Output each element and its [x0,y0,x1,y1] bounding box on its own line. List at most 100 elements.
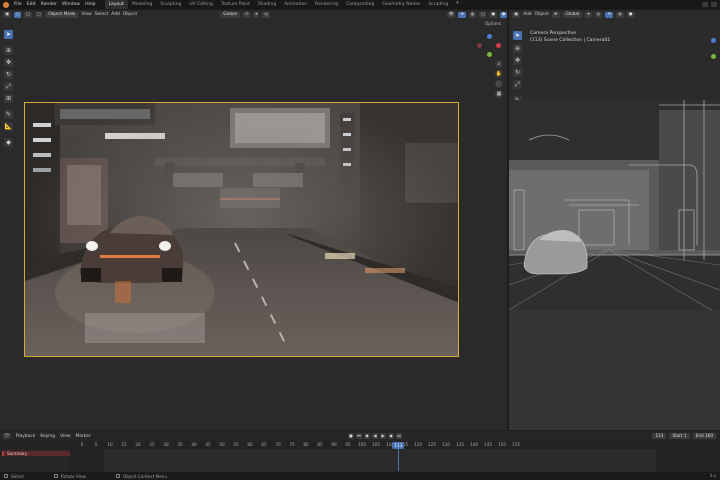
playhead[interactable] [398,449,400,471]
axis-y-icon[interactable] [487,52,492,57]
camera-cursor-tool-icon[interactable]: ⊕ [513,44,522,53]
camera-proportional-icon[interactable]: ◎ [594,11,603,18]
prev-keyframe-icon[interactable]: ◆ [364,433,370,439]
tab-shading[interactable]: Shading [254,0,280,9]
frame-ruler[interactable]: 0 5 10 15 20 25 30 35 40 45 50 55 60 65 70 75 80 85 90 95 10… [70,442,655,449]
axis-x-icon[interactable] [496,43,501,48]
camera-navigation-gizmo[interactable] [705,38,720,62]
mode-dropdown[interactable]: Object Mode [45,11,79,18]
tab-modeling[interactable]: Modeling [128,0,156,9]
menu-window[interactable]: Window [62,2,80,7]
tab-texture-paint[interactable]: Texture Paint [217,0,254,9]
transform-tool-icon[interactable]: ⊞ [4,94,13,103]
snap-icon[interactable]: ⌖ [253,11,260,18]
navigation-gizmo[interactable] [477,34,501,58]
menu-edit[interactable]: Edit [27,2,36,7]
axis-z-icon[interactable] [487,34,492,39]
menu-keying[interactable]: Keying [40,434,55,439]
camera-axis-z-icon[interactable] [711,38,716,43]
select-tool-icon[interactable]: ➤ [4,30,13,39]
camera-view-icon[interactable]: 🎥 [495,80,503,88]
visibility-icon[interactable]: 👁 [446,11,456,18]
tab-rendering[interactable]: Rendering [311,0,342,9]
tab-animation[interactable]: Animation [280,0,311,9]
next-keyframe-icon[interactable]: ◆ [388,433,394,439]
select-extend-icon[interactable]: ▢ [24,11,32,18]
overlay-icon[interactable]: ◍ [468,11,476,18]
tab-uv-editing[interactable]: UV Editing [185,0,216,9]
current-frame-field[interactable]: 113 [652,433,667,439]
scene-icon[interactable] [702,2,708,7]
tab-scripting[interactable]: Scripting [424,0,452,9]
play-reverse-icon[interactable]: ◀ [372,433,378,439]
keyframe-track-area[interactable] [104,449,656,472]
start-frame-field[interactable]: Start 1 [669,433,690,439]
view-layer-icon[interactable] [711,2,717,7]
editor-type-icon[interactable]: ▣ [3,11,11,18]
camera-transform-dropdown[interactable]: Global [562,11,583,18]
shading-rendered-icon[interactable]: ● [499,11,507,18]
camera-shading-icon[interactable]: ● [626,11,635,18]
move-tool-icon[interactable]: ✥ [4,58,13,67]
gizmo-toggle-icon[interactable]: ⊕ [458,11,466,18]
menu-help[interactable]: Help [85,2,95,7]
menu-view[interactable]: View [81,12,91,17]
jump-start-icon[interactable]: ⏮ [356,433,362,439]
menu-timeline-view[interactable]: View [60,434,70,439]
camera-snap-icon[interactable]: ⌖ [585,11,592,18]
camera-scale-tool-icon[interactable]: ⤢ [513,80,522,89]
tab-geometry-nodes[interactable]: Geometry Nodes [378,0,424,9]
options-dropdown[interactable]: Options [485,21,501,26]
camera-select-tool-icon[interactable]: ➤ [513,31,522,40]
record-icon[interactable]: ● [348,433,354,439]
camera-editor-type-icon[interactable]: ▣ [512,11,521,18]
timeline-editor[interactable]: ◷ Playback Keying View Marker ● ⏮ ◆ ◀ ▶ … [0,431,720,472]
tab-compositing[interactable]: Compositing [342,0,378,9]
scale-tool-icon[interactable]: ⤢ [4,82,13,91]
perspective-grid-icon[interactable]: ▦ [495,90,503,98]
menu-object-right[interactable]: Object [535,12,549,17]
jump-end-icon[interactable]: ⏭ [396,433,402,439]
menu-object[interactable]: Object [123,12,137,17]
play-icon[interactable]: ▶ [380,433,386,439]
end-frame-field[interactable]: End 160 [692,433,716,439]
pivot-icon[interactable]: ⊙ [243,11,251,18]
tab-layout[interactable]: Layout [104,0,128,9]
add-cube-tool-icon[interactable]: ◆ [4,138,13,147]
cursor-tool-icon[interactable]: ⊕ [4,46,13,55]
menu-add-right[interactable]: Add [523,12,532,17]
annotate-tool-icon[interactable]: ✎ [4,110,13,119]
shading-solid-icon[interactable]: ● [489,11,497,18]
pan-hand-icon[interactable]: ✋ [495,70,503,78]
camera-orientation-icon[interactable]: ⊕ [551,11,560,18]
end-value: 160 [705,433,713,438]
camera-axis-y-icon[interactable] [711,54,716,59]
measure-tool-icon[interactable]: 📐 [4,122,13,131]
transform-orientation-dropdown[interactable]: Global [220,11,241,18]
select-box-icon[interactable]: ▢ [13,11,22,18]
select-subtract-icon[interactable]: ▢ [34,11,43,18]
zoom-icon[interactable]: ⌕ [495,60,503,68]
add-workspace-button[interactable]: + [452,0,462,9]
camera-overlay-icon[interactable]: ◍ [616,11,624,18]
menu-render[interactable]: Render [41,2,57,7]
rotate-tool-icon[interactable]: ↻ [4,70,13,79]
camera-gizmo-icon[interactable]: ⊕ [605,11,613,18]
frame-fields: 113 Start 1 End 160 [652,433,716,439]
proportional-edit-icon[interactable]: ◎ [262,11,270,18]
menu-playback[interactable]: Playback [16,434,36,439]
camera-move-tool-icon[interactable]: ✥ [513,56,522,65]
menu-marker[interactable]: Marker [76,434,91,439]
blender-logo-icon[interactable] [3,1,9,8]
menu-add[interactable]: Add [111,12,120,17]
current-frame-indicator[interactable]: 113 [392,442,405,449]
xray-icon[interactable]: ▢ [478,11,487,18]
menu-file[interactable]: File [14,2,22,7]
tab-sculpting[interactable]: Sculpting [156,0,185,9]
menu-select[interactable]: Select [95,12,109,17]
axis-neg-x-icon[interactable] [477,43,482,48]
summary-channel[interactable]: Summary [2,451,70,456]
viewport-camera[interactable]: ▣ Add Object ⊕ Global ⌖ ◎ ⊕ ◍ ● ➤ ⊕ ✥ ↻ … [509,10,720,430]
timeline-editor-type-icon[interactable]: ◷ [3,433,11,439]
camera-rotate-tool-icon[interactable]: ↻ [513,68,522,77]
